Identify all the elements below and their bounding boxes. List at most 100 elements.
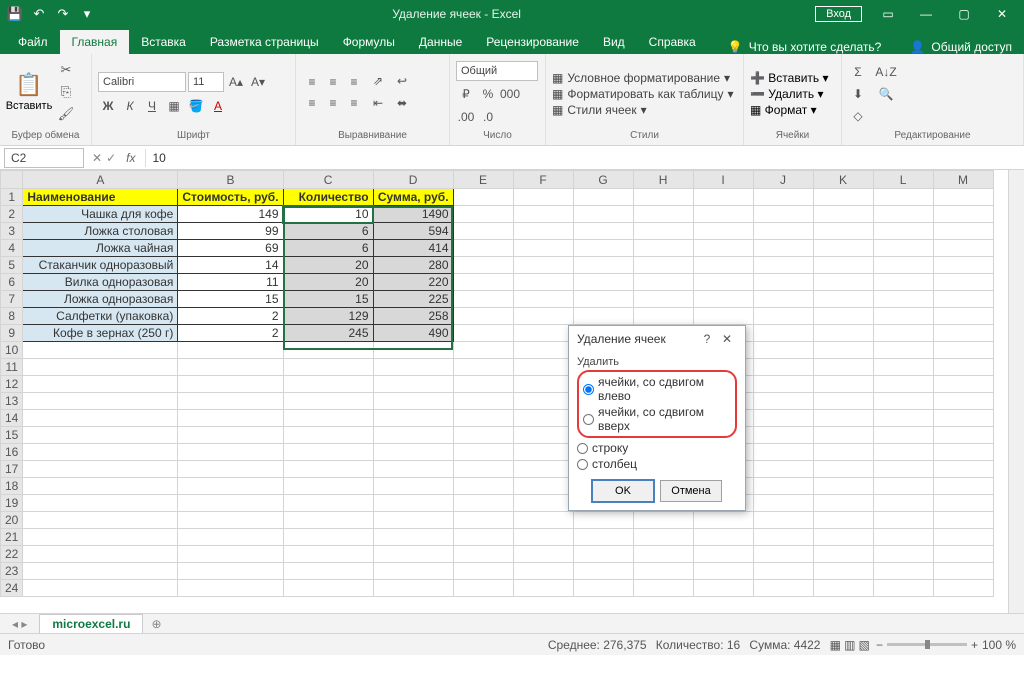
cell-D3[interactable]: 594 [373,223,453,240]
cell-A9[interactable]: Кофе в зернах (250 г) [23,325,178,342]
tab-help[interactable]: Справка [637,30,708,54]
cell-D24[interactable] [373,580,453,597]
cell-C4[interactable]: 6 [283,240,373,257]
cell-K23[interactable] [813,563,873,580]
cell-L12[interactable] [873,376,933,393]
decrease-indent-icon[interactable]: ⇤ [368,93,388,113]
cell-G7[interactable] [573,291,633,308]
col-header-C[interactable]: C [283,171,373,189]
cell-C12[interactable] [283,376,373,393]
cell-E21[interactable] [453,529,513,546]
cell-L2[interactable] [873,206,933,223]
cell-D1[interactable]: Сумма, руб. [373,189,453,206]
cell-B13[interactable] [178,393,283,410]
paste-button[interactable]: 📋 Вставить [6,59,52,125]
cell-A3[interactable]: Ложка столовая [23,223,178,240]
cell-F21[interactable] [513,529,573,546]
cell-L3[interactable] [873,223,933,240]
cell-K11[interactable] [813,359,873,376]
cell-D16[interactable] [373,444,453,461]
fill-icon[interactable]: ⬇ [848,84,868,104]
row-header-20[interactable]: 20 [1,512,23,529]
cell-C3[interactable]: 6 [283,223,373,240]
align-right-icon[interactable]: ≡ [344,93,364,113]
align-bottom-icon[interactable]: ≡ [344,72,364,92]
radio-shift-up[interactable]: ячейки, со сдвигом вверх [583,404,731,434]
cell-M4[interactable] [933,240,993,257]
cell-F16[interactable] [513,444,573,461]
zoom-out-icon[interactable]: − [876,638,883,652]
cell-D23[interactable] [373,563,453,580]
cell-A10[interactable] [23,342,178,359]
cell-A19[interactable] [23,495,178,512]
align-middle-icon[interactable]: ≡ [323,72,343,92]
zoom-in-icon[interactable]: + [971,638,978,652]
cell-L22[interactable] [873,546,933,563]
close-icon[interactable]: ✕ [984,3,1020,25]
cell-B2[interactable]: 149 [178,206,283,223]
cell-G6[interactable] [573,274,633,291]
cell-K4[interactable] [813,240,873,257]
cell-B7[interactable]: 15 [178,291,283,308]
cell-B6[interactable]: 11 [178,274,283,291]
cell-C2[interactable]: 10 [283,206,373,223]
cell-L14[interactable] [873,410,933,427]
cell-H5[interactable] [633,257,693,274]
cell-L21[interactable] [873,529,933,546]
tab-insert[interactable]: Вставка [129,30,198,54]
cell-B4[interactable]: 69 [178,240,283,257]
insert-cells-button[interactable]: ➕ Вставить ▾ [750,71,829,85]
cell-L23[interactable] [873,563,933,580]
underline-icon[interactable]: Ч [142,96,162,116]
cell-E6[interactable] [453,274,513,291]
cell-C5[interactable]: 20 [283,257,373,274]
cell-C11[interactable] [283,359,373,376]
cell-B14[interactable] [178,410,283,427]
cell-C7[interactable]: 15 [283,291,373,308]
cell-G4[interactable] [573,240,633,257]
cell-K24[interactable] [813,580,873,597]
cell-K10[interactable] [813,342,873,359]
row-header-4[interactable]: 4 [1,240,23,257]
cell-H8[interactable] [633,308,693,325]
cell-J22[interactable] [753,546,813,563]
cell-J1[interactable] [753,189,813,206]
cell-K7[interactable] [813,291,873,308]
row-header-21[interactable]: 21 [1,529,23,546]
cell-J11[interactable] [753,359,813,376]
cell-D14[interactable] [373,410,453,427]
cell-J9[interactable] [753,325,813,342]
cell-M13[interactable] [933,393,993,410]
cell-K12[interactable] [813,376,873,393]
cell-B17[interactable] [178,461,283,478]
cell-I6[interactable] [693,274,753,291]
row-header-3[interactable]: 3 [1,223,23,240]
cell-J6[interactable] [753,274,813,291]
cell-B23[interactable] [178,563,283,580]
cell-J8[interactable] [753,308,813,325]
wrap-text-icon[interactable]: ↩ [392,71,412,91]
cell-styles-button[interactable]: ▦Стили ячеек ▾ [552,103,734,117]
cell-M1[interactable] [933,189,993,206]
cell-A23[interactable] [23,563,178,580]
cell-M10[interactable] [933,342,993,359]
cell-M19[interactable] [933,495,993,512]
cell-K6[interactable] [813,274,873,291]
cell-F7[interactable] [513,291,573,308]
cell-F5[interactable] [513,257,573,274]
orientation-icon[interactable]: ⇗ [368,71,388,91]
cell-A14[interactable] [23,410,178,427]
cell-I20[interactable] [693,512,753,529]
cell-L15[interactable] [873,427,933,444]
cell-K17[interactable] [813,461,873,478]
cell-A21[interactable] [23,529,178,546]
cell-M20[interactable] [933,512,993,529]
formula-input[interactable]: 10 [145,149,1024,167]
cell-B3[interactable]: 99 [178,223,283,240]
cell-C15[interactable] [283,427,373,444]
cell-F12[interactable] [513,376,573,393]
cell-A4[interactable]: Ложка чайная [23,240,178,257]
cell-K19[interactable] [813,495,873,512]
cell-D19[interactable] [373,495,453,512]
row-header-14[interactable]: 14 [1,410,23,427]
